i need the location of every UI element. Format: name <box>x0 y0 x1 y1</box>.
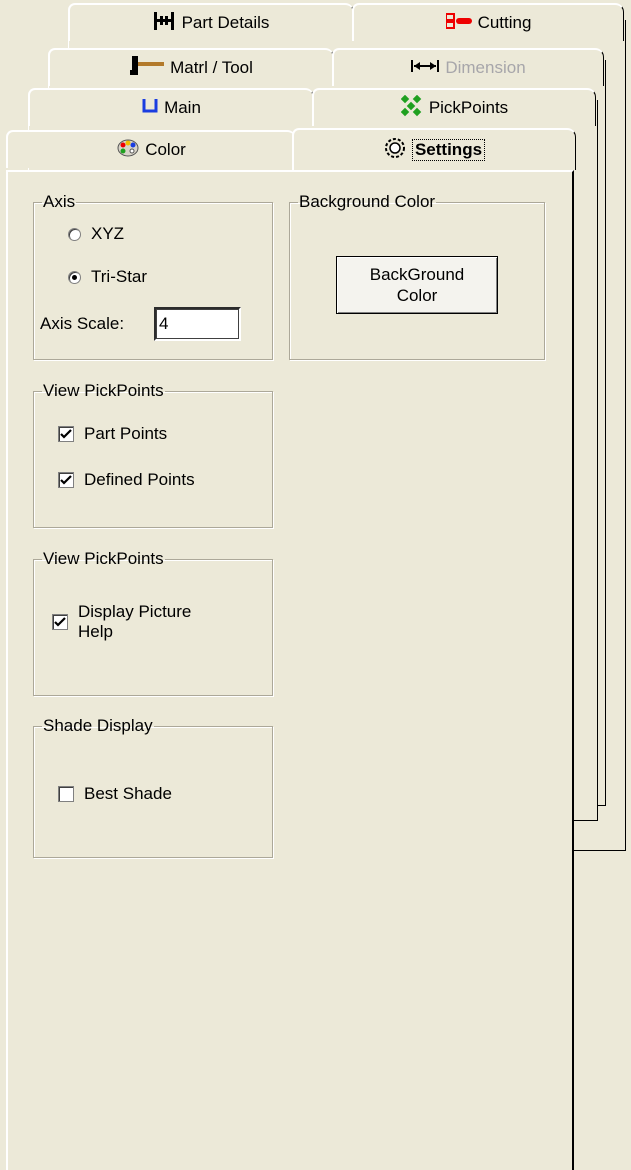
tab-color-label: Color <box>145 140 186 159</box>
display-picture-help-checkbox[interactable] <box>52 614 68 630</box>
best-shade-label: Best Shade <box>84 784 172 803</box>
part-points-label: Part Points <box>84 424 168 443</box>
background-color-button-line2: Color <box>396 286 438 305</box>
tab-cutting-label: Cutting <box>477 13 532 32</box>
best-shade-checkbox[interactable] <box>58 786 74 802</box>
view-pickpoints-group: View PickPoints <box>33 381 273 528</box>
main-icon <box>142 98 158 118</box>
axis-group-label: Axis <box>43 192 76 211</box>
tab-matrl-tool-label: Matrl / Tool <box>170 58 253 77</box>
view-help-group-label: View PickPoints <box>43 549 164 568</box>
tab-main[interactable]: Main <box>28 88 314 126</box>
tab-color[interactable]: Color <box>6 130 296 168</box>
settings-icon <box>384 137 406 164</box>
part-details-icon <box>153 11 176 36</box>
checkbox-best-shade[interactable]: Best Shade <box>58 784 172 804</box>
view-pickpoints-group-label: View PickPoints <box>43 381 164 400</box>
display-picture-help-label-line2: Help <box>78 622 113 641</box>
settings-page: Axis XYZ Tri-Star Axis Scale: Background… <box>6 170 574 1170</box>
background-color-group-label: Background Color <box>299 192 436 211</box>
defined-points-label: Defined Points <box>84 470 195 489</box>
checkbox-part-points[interactable]: Part Points <box>58 424 167 444</box>
radio-tri-star[interactable]: Tri-Star <box>68 267 147 287</box>
palette-icon <box>117 139 139 162</box>
tab-part-details-label: Part Details <box>181 13 270 32</box>
tab-cutting[interactable]: Cutting <box>352 3 624 41</box>
axis-scale-input[interactable] <box>154 307 241 341</box>
shade-display-group-label: Shade Display <box>43 716 153 735</box>
cutting-icon <box>444 12 472 34</box>
checkbox-defined-points[interactable]: Defined Points <box>58 470 195 490</box>
pickpoints-icon <box>400 94 423 122</box>
part-points-checkbox[interactable] <box>58 426 74 442</box>
tab-matrl-tool[interactable]: Matrl / Tool <box>48 48 334 86</box>
tab-dimension-label: Dimension <box>445 58 526 77</box>
tab-settings[interactable]: Settings <box>292 128 576 170</box>
defined-points-checkbox[interactable] <box>58 472 74 488</box>
tab-part-details[interactable]: Part Details <box>68 3 354 41</box>
tab-pickpoints-label: PickPoints <box>428 98 509 117</box>
tab-pickpoints[interactable]: PickPoints <box>312 88 596 126</box>
checkbox-display-picture-help[interactable]: Display Picture Help <box>52 602 191 642</box>
tab-main-label: Main <box>164 98 201 117</box>
radio-tri-star-label: Tri-Star <box>91 267 148 286</box>
axis-scale-row: Axis Scale: <box>40 314 124 334</box>
radio-xyz-button[interactable] <box>68 227 81 241</box>
tab-settings-label: Settings <box>411 139 486 161</box>
radio-xyz[interactable]: XYZ <box>68 224 124 244</box>
hammer-icon <box>130 55 165 81</box>
radio-xyz-label: XYZ <box>91 224 125 243</box>
tab-dimension[interactable]: Dimension <box>332 48 604 86</box>
axis-scale-label: Axis Scale: <box>40 314 125 333</box>
display-picture-help-label-line1: Display Picture <box>78 602 192 621</box>
background-color-button[interactable]: BackGround Color <box>336 256 498 314</box>
radio-tri-star-button[interactable] <box>68 270 81 284</box>
dimension-icon <box>411 58 440 78</box>
background-color-button-line1: BackGround <box>369 265 465 284</box>
